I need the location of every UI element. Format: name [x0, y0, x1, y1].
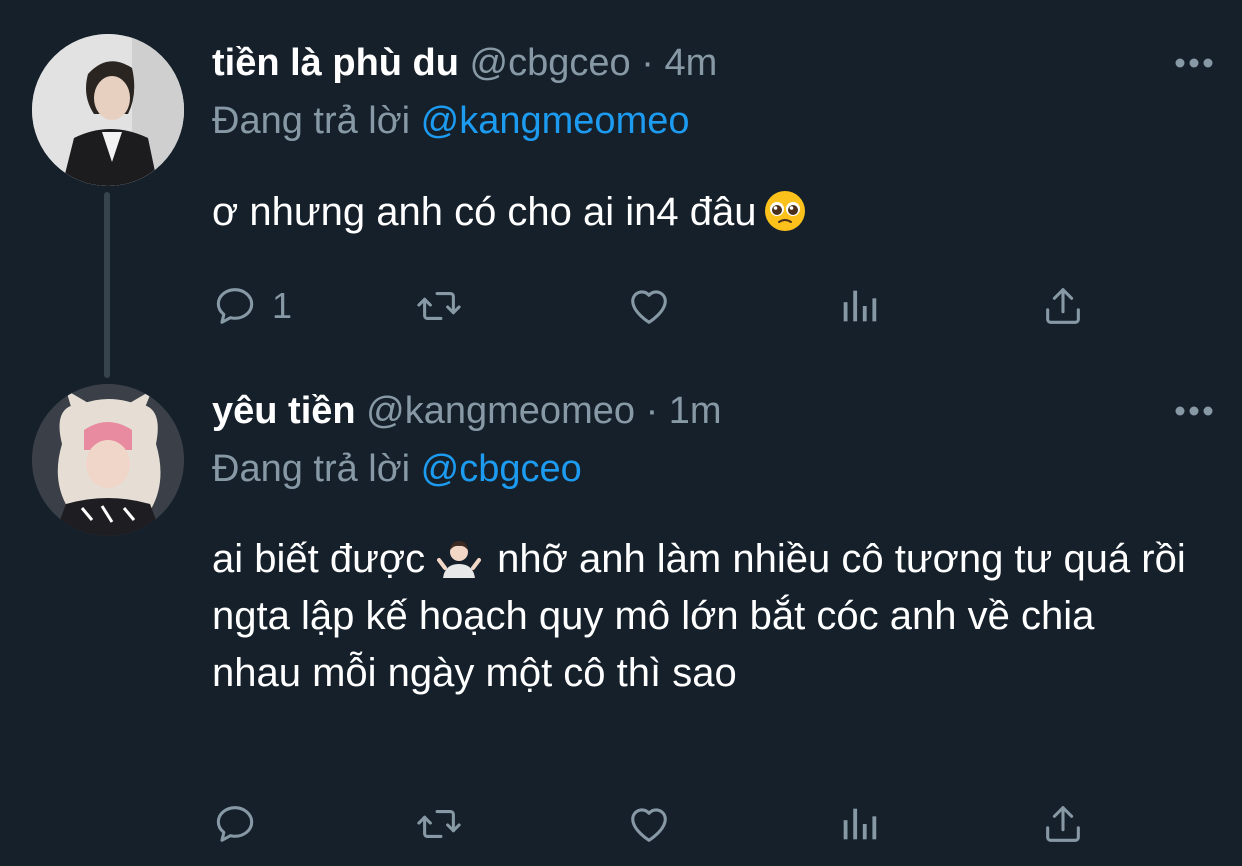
like-icon — [631, 290, 667, 324]
display-name[interactable]: yêu tiền — [212, 390, 356, 432]
like-icon — [631, 808, 667, 842]
tweet-actions: 1 — [212, 282, 1092, 330]
share-icon — [1046, 288, 1080, 324]
tweet-header: tiền là phù du @cbgceo · 4m — [212, 40, 717, 86]
more-icon[interactable] — [1174, 56, 1214, 68]
mention-link[interactable]: @kangmeomeo — [421, 100, 690, 142]
retweet-button[interactable] — [416, 282, 462, 330]
tweet-text: ơ nhưng anh có cho ai in4 đâu — [212, 184, 1192, 241]
user-handle[interactable]: @cbgceo — [470, 42, 631, 84]
replying-prefix: Đang trả lời — [212, 448, 411, 490]
retweet-button[interactable] — [416, 800, 462, 848]
share-button[interactable] — [1040, 800, 1086, 848]
tweet-text-part-1: ai biết được — [212, 537, 426, 581]
display-name[interactable]: tiền là phù du — [212, 42, 459, 84]
pleading-face-emoji — [763, 189, 807, 233]
reply-icon — [216, 806, 254, 842]
views-icon — [843, 808, 877, 840]
views-button[interactable] — [836, 800, 882, 848]
reply-icon — [216, 288, 254, 324]
tweet[interactable]: tiền là phù du @cbgceo · 4m Đang trả lời… — [0, 0, 1242, 378]
person-shrugging-emoji — [437, 536, 482, 580]
reply-button[interactable]: 1 — [212, 282, 292, 330]
timestamp[interactable]: 4m — [664, 42, 717, 84]
replying-to: Đang trả lời @kangmeomeo — [212, 98, 690, 144]
replying-to: Đang trả lời @cbgceo — [212, 446, 582, 492]
mention-link[interactable]: @cbgceo — [421, 448, 582, 490]
replying-prefix: Đang trả lời — [212, 100, 411, 142]
tweet-text: ai biết được nhỡ anh làm nhiều cô tương … — [212, 531, 1192, 702]
avatar[interactable] — [32, 34, 184, 186]
user-handle[interactable]: @kangmeomeo — [366, 390, 635, 432]
tweet-actions — [212, 800, 1092, 848]
reply-count: 1 — [272, 285, 293, 326]
thread-connector — [104, 192, 110, 378]
timestamp[interactable]: 1m — [669, 390, 722, 432]
tweet[interactable]: yêu tiền @kangmeomeo · 1m Đang trả lời @… — [0, 370, 1242, 866]
like-button[interactable] — [626, 800, 672, 848]
views-button[interactable] — [836, 282, 882, 330]
retweet-icon — [417, 292, 461, 320]
more-icon[interactable] — [1174, 404, 1214, 416]
avatar[interactable] — [32, 384, 184, 536]
separator-dot: · — [645, 390, 659, 432]
share-button[interactable] — [1040, 282, 1086, 330]
separator-dot: · — [641, 42, 654, 84]
tweet-header: yêu tiền @kangmeomeo · 1m — [212, 388, 722, 434]
share-icon — [1046, 806, 1080, 842]
tweet-text-content: ơ nhưng anh có cho ai in4 đâu — [212, 190, 757, 234]
like-button[interactable] — [626, 282, 672, 330]
reply-button[interactable] — [212, 800, 272, 848]
views-icon — [843, 290, 877, 322]
retweet-icon — [417, 810, 461, 838]
